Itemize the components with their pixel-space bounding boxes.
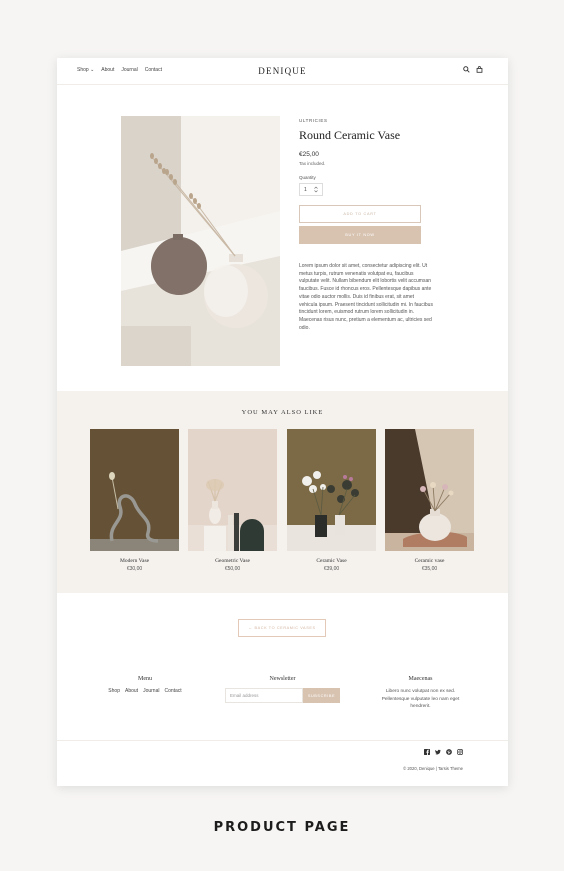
newsletter-title: Newsletter	[269, 676, 296, 682]
product-card[interactable]: Ceramic vase €35,00	[385, 429, 474, 572]
footer-link-shop[interactable]: Shop	[108, 688, 120, 694]
quantity-value[interactable]: 1	[304, 187, 307, 193]
add-to-cart-button[interactable]: ADD TO CART	[299, 205, 421, 223]
product-card[interactable]: Modern Vase €30,00	[90, 429, 179, 572]
product-price: €25,00	[299, 151, 319, 158]
product-card-image[interactable]	[385, 429, 474, 551]
footer-newsletter: Newsletter Email address SUBSCRIBE	[225, 676, 340, 703]
site-header: Shop ⌄ About Journal Contact DENIQUE	[57, 58, 508, 85]
footer-link-journal[interactable]: Journal	[143, 688, 159, 694]
search-icon[interactable]	[463, 66, 470, 73]
twitter-icon[interactable]	[435, 749, 441, 755]
facebook-icon[interactable]	[424, 749, 430, 755]
related-title: YOU MAY ALSO LIKE	[241, 409, 324, 416]
quantity-stepper[interactable]: 1	[299, 183, 323, 196]
product-card[interactable]: Geometric Vase €50,00	[188, 429, 277, 572]
product-vendor: ULTRICIES	[299, 118, 328, 123]
product-card-image[interactable]	[188, 429, 277, 551]
footer-about: Maecenas Libero nunc volutpat non ex sed…	[373, 676, 468, 711]
product-card-price: €35,00	[421, 566, 438, 572]
subscribe-button[interactable]: SUBSCRIBE	[303, 688, 340, 703]
product-card-image[interactable]	[287, 429, 376, 551]
back-to-collection-button[interactable]: ← BACK TO CERAMIC VASES	[238, 619, 326, 637]
footer-menu-title: Menu	[138, 676, 152, 682]
product-card-name[interactable]: Modern Vase	[90, 558, 179, 564]
footer-link-about[interactable]: About	[125, 688, 138, 694]
newsletter-email-input[interactable]: Email address	[225, 688, 303, 703]
header-icons	[463, 66, 483, 73]
footer-about-text: Libero nunc volutpat non ex sed. Pellent…	[381, 689, 460, 709]
product-image[interactable]	[121, 116, 280, 366]
page-caption: PRODUCT PAGE	[213, 820, 351, 835]
quantity-label: Quantity	[299, 175, 316, 180]
product-page: Shop ⌄ About Journal Contact DENIQUE ULT…	[57, 58, 508, 786]
footer-about-title: Maecenas	[408, 676, 433, 682]
product-card[interactable]: Ceramic Vase €39,00	[287, 429, 376, 572]
footer-menu-links: Shop About Journal Contact	[105, 688, 185, 694]
footer-divider	[57, 740, 508, 741]
social-links	[424, 749, 463, 755]
pinterest-icon[interactable]	[446, 749, 452, 755]
cart-icon[interactable]	[476, 66, 483, 73]
product-card-price: €39,00	[323, 566, 340, 572]
copyright-text: © 2020, Denique | Tarsis Theme	[403, 766, 463, 771]
site-logo[interactable]: DENIQUE	[57, 66, 508, 76]
buy-now-button[interactable]: BUY IT NOW	[299, 226, 421, 244]
related-products: YOU MAY ALSO LIKE Modern Vase €30,00 Geo…	[57, 391, 508, 593]
product-description: Lorem ipsum dolor sit amet, consectetur …	[299, 263, 433, 331]
product-card-name[interactable]: Geometric Vase	[188, 558, 277, 564]
stepper-arrows-icon[interactable]	[314, 186, 318, 193]
instagram-icon[interactable]	[457, 749, 463, 755]
footer-menu: Menu Shop About Journal Contact	[105, 676, 185, 694]
footer-link-contact[interactable]: Contact	[164, 688, 181, 694]
product-card-price: €50,00	[224, 566, 241, 572]
product-card-name[interactable]: Ceramic vase	[385, 558, 474, 564]
product-card-image[interactable]	[90, 429, 179, 551]
product-info: ULTRICIES Round Ceramic Vase €25,00 Tax …	[299, 118, 433, 332]
product-card-price: €30,00	[126, 566, 143, 572]
newsletter-form: Email address SUBSCRIBE	[225, 688, 340, 703]
tax-note: Tax included.	[299, 161, 326, 166]
product-title: Round Ceramic Vase	[299, 128, 401, 142]
product-card-name[interactable]: Ceramic Vase	[287, 558, 376, 564]
